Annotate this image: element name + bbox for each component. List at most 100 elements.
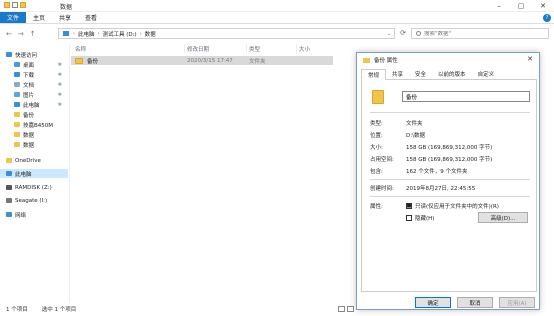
sidebar-item-quick-access[interactable]: 快速访问 bbox=[0, 50, 68, 59]
prop-label-created: 创建时间: bbox=[370, 186, 394, 192]
sidebar-item-onedrive[interactable]: OneDrive bbox=[0, 156, 68, 165]
navigation-pane: 快速访问 桌面 ✱ 下载 ✱ 文档 ✱ 图片 ✱ 此电脑 ✱ 备份 技嘉B450… bbox=[0, 44, 70, 302]
sidebar-item-seagate[interactable]: Seagate (I:) bbox=[0, 196, 68, 205]
column-header-name[interactable]: 名称 bbox=[75, 44, 185, 53]
tab-general[interactable]: 常规 bbox=[361, 69, 387, 80]
prop-label-attributes: 属性: bbox=[370, 204, 383, 210]
minimize-icon[interactable]: – bbox=[488, 0, 510, 12]
prop-value-contains: 162 个文件，9 个文件夹 bbox=[406, 169, 468, 175]
sidebar-item-this-pc[interactable]: 此电脑 bbox=[0, 169, 68, 178]
close-icon[interactable]: ✕ bbox=[532, 0, 554, 12]
cancel-button[interactable]: 取消 bbox=[457, 297, 493, 308]
refresh-icon[interactable]: ⟳ bbox=[398, 28, 408, 39]
column-header-type[interactable]: 类型 bbox=[249, 44, 297, 53]
breadcrumb-drive-d[interactable]: 测试工具 (D:) bbox=[103, 30, 137, 38]
sidebar-item-label: 图片 bbox=[23, 92, 35, 99]
hidden-checkbox[interactable]: 隐藏(H) bbox=[406, 214, 434, 222]
file-type: 文件夹 bbox=[249, 58, 266, 65]
details-view-icon[interactable] bbox=[338, 306, 345, 312]
computer-icon bbox=[14, 102, 20, 107]
sidebar-item-backup[interactable]: 备份 bbox=[0, 110, 68, 119]
tab-file[interactable]: 文件 bbox=[0, 12, 27, 23]
network-icon bbox=[6, 212, 12, 217]
prop-label-location: 位置: bbox=[370, 133, 383, 139]
tab-security[interactable]: 安全 bbox=[409, 69, 432, 79]
folder-name-input[interactable] bbox=[402, 91, 530, 102]
download-icon bbox=[14, 72, 20, 77]
quick-access-toolbar bbox=[4, 2, 26, 8]
column-header-modified[interactable]: 修改日期 bbox=[187, 44, 247, 53]
prop-value-size: 158 GB (169,869,312,000 字节) bbox=[406, 145, 493, 151]
title-bar: 数据 – ▢ ✕ bbox=[0, 0, 554, 12]
folder-icon bbox=[14, 142, 20, 147]
new-folder-icon[interactable] bbox=[20, 2, 26, 8]
advanced-button[interactable]: 高级(D)... bbox=[478, 212, 528, 223]
breadcrumb-this-pc[interactable]: 此电脑 bbox=[78, 30, 95, 38]
checkbox-icon bbox=[406, 215, 412, 221]
desktop-icon bbox=[14, 62, 20, 67]
pin-icon[interactable]: ✱ bbox=[58, 82, 62, 88]
sidebar-item-label: 文档 bbox=[23, 82, 35, 89]
sidebar-item-network[interactable]: 网络 bbox=[0, 210, 68, 219]
apply-button[interactable]: 应用(A) bbox=[499, 297, 535, 308]
readonly-checkbox[interactable]: ■ 只读(仅应用于文件夹中的文件)(R) bbox=[406, 202, 499, 210]
sidebar-item-desktop[interactable]: 桌面 ✱ bbox=[0, 60, 68, 69]
drive-icon bbox=[6, 185, 12, 190]
large-icons-view-icon[interactable] bbox=[347, 306, 354, 312]
dialog-body: 类型: 文件夹 位置: D:\数据 大小: 158 GB (169,869,31… bbox=[361, 80, 537, 292]
sidebar-item-documents[interactable]: 文档 ✱ bbox=[0, 80, 68, 89]
pin-icon[interactable]: ✱ bbox=[58, 92, 62, 98]
sidebar-item-label: 此电脑 bbox=[23, 102, 40, 109]
sidebar-item-gigabyte[interactable]: 技嘉B450M bbox=[0, 120, 68, 129]
search-input[interactable] bbox=[424, 30, 534, 37]
ok-button[interactable]: 确定 bbox=[415, 297, 451, 308]
navigation-bar: ← → ↑ › 此电脑 › 测试工具 (D:) › 数据 ⌄ ⟳ bbox=[0, 25, 554, 42]
tab-previous-versions[interactable]: 以前的版本 bbox=[432, 69, 472, 79]
tab-share[interactable]: 共享 bbox=[52, 12, 78, 23]
prop-label-size: 大小: bbox=[370, 145, 383, 151]
search-box[interactable] bbox=[411, 28, 549, 39]
tab-sharing[interactable]: 共享 bbox=[386, 69, 409, 79]
folder-icon bbox=[14, 112, 20, 117]
folder-icon bbox=[372, 90, 384, 104]
item-count: 1 个项目 bbox=[6, 307, 28, 313]
chevron-down-icon[interactable]: ⌄ bbox=[384, 31, 394, 37]
folder-icon bbox=[14, 132, 20, 137]
file-row[interactable]: 备份 2020/3/15 17:47 文件夹 bbox=[71, 56, 333, 65]
sidebar-item-data-2[interactable]: 数据 bbox=[0, 140, 68, 149]
sidebar-item-label: 网络 bbox=[15, 212, 27, 219]
prop-label-size-on-disk: 占用空间: bbox=[370, 157, 394, 163]
ribbon-tabs: 文件 主页 共享 查看 ? bbox=[0, 12, 554, 24]
sidebar-item-downloads[interactable]: 下载 ✱ bbox=[0, 70, 68, 79]
tab-customize[interactable]: 自定义 bbox=[472, 69, 501, 79]
close-icon[interactable]: ✕ bbox=[527, 55, 533, 63]
pin-icon[interactable]: ✱ bbox=[58, 102, 62, 108]
address-bar[interactable]: › 此电脑 › 测试工具 (D:) › 数据 ⌄ bbox=[58, 28, 395, 39]
prop-value-location: D:\数据 bbox=[406, 133, 425, 139]
tab-view[interactable]: 查看 bbox=[78, 12, 104, 23]
sidebar-item-label: Seagate (I:) bbox=[15, 197, 48, 204]
window-controls: – ▢ ✕ bbox=[488, 0, 554, 12]
properties-icon[interactable] bbox=[12, 2, 18, 8]
folder-icon bbox=[75, 57, 83, 64]
sidebar-item-ramdisk[interactable]: RAMDISK (Z:) bbox=[0, 183, 68, 192]
forward-icon[interactable]: → bbox=[18, 30, 24, 38]
help-button[interactable]: ? bbox=[540, 12, 554, 23]
selected-count: 选中 1 个项目 bbox=[41, 307, 77, 313]
sidebar-item-label: 桌面 bbox=[23, 62, 35, 69]
window-title: 数据 bbox=[60, 4, 73, 11]
prop-label-type: 类型: bbox=[370, 121, 383, 127]
back-icon[interactable]: ← bbox=[6, 30, 12, 38]
sidebar-item-pictures[interactable]: 图片 ✱ bbox=[0, 90, 68, 99]
pin-icon[interactable]: ✱ bbox=[58, 62, 62, 68]
sidebar-item-this-pc-pinned[interactable]: 此电脑 ✱ bbox=[0, 100, 68, 109]
column-header-size[interactable]: 大小 bbox=[299, 44, 339, 53]
up-icon[interactable]: ↑ bbox=[30, 30, 36, 38]
sidebar-item-data[interactable]: 数据 bbox=[0, 130, 68, 139]
this-pc-icon bbox=[63, 31, 69, 36]
pin-icon[interactable]: ✱ bbox=[58, 72, 62, 78]
tab-home[interactable]: 主页 bbox=[26, 12, 52, 23]
maximize-icon[interactable]: ▢ bbox=[510, 0, 532, 12]
sidebar-item-label: 数据 bbox=[23, 132, 35, 139]
breadcrumb-data[interactable]: 数据 bbox=[145, 30, 156, 38]
